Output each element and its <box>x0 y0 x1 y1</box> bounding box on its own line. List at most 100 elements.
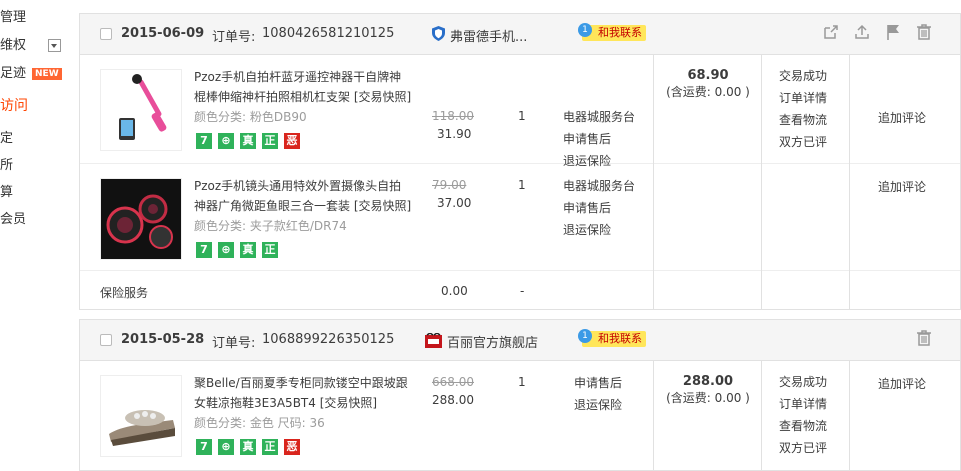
dropdown-icon[interactable] <box>48 39 62 52</box>
authentic-icon[interactable]: 真 <box>240 242 256 258</box>
product-image-selfie-stick[interactable] <box>100 69 182 151</box>
trade-success-status[interactable]: 交易成功 <box>779 371 827 393</box>
penalty-icon[interactable]: 恶 <box>284 439 300 455</box>
shop-link[interactable]: 百丽官方旗舰店 <box>447 332 538 351</box>
authentic-icon[interactable]: 真 <box>240 133 256 149</box>
product-variant: 颜色分类: 夹子款红色/DR74 <box>194 219 347 233</box>
product-title-link[interactable]: Pzoz手机镜头通用特效外置摄像头自拍神器广角微距鱼眼三合一套装 [交易快照] … <box>194 176 412 236</box>
shop-logo-icon <box>425 332 442 351</box>
service-tags: 7 ⊕ 真正恶 <box>196 439 306 455</box>
column-divider <box>653 54 654 309</box>
return-insurance-link[interactable]: 退运保险 <box>563 219 635 241</box>
after-sales-link[interactable]: 申请售后 <box>574 372 622 394</box>
item-links: 电器城服务台 申请售后 退运保险 <box>563 106 635 172</box>
checkbox-icon[interactable] <box>100 334 112 346</box>
order-total: 288.00 (含运费: 0.00 ) <box>655 374 761 406</box>
return-insurance-link[interactable]: 退运保险 <box>574 394 622 416</box>
original-price: 79.00 <box>432 178 467 192</box>
after-sales-link[interactable]: 申请售后 <box>563 197 635 219</box>
service-desk-link[interactable]: 电器城服务台 <box>563 175 635 197</box>
order-number: 1080426581210125 <box>262 26 395 41</box>
order-item-row: Pzoz手机镜头通用特效外置摄像头自拍神器广角微距鱼眼三合一套装 [交易快照] … <box>80 164 960 271</box>
share-icon[interactable] <box>823 24 839 43</box>
guarantee-icon[interactable]: ⊕ <box>218 133 234 149</box>
order-details-link[interactable]: 订单详情 <box>779 393 827 415</box>
contact-seller-button[interactable]: 1 和我联系 <box>578 23 646 41</box>
checkbox-icon[interactable] <box>100 28 112 40</box>
service-desk-link[interactable]: 电器城服务台 <box>563 106 635 128</box>
both-reviewed-status[interactable]: 双方已评 <box>779 437 827 459</box>
shop-link[interactable]: 弗雷德手机... <box>450 26 527 45</box>
order-actions <box>811 24 932 43</box>
sidebar-item-rights[interactable]: 维权 <box>0 34 62 53</box>
original-price: 668.00 <box>432 375 474 389</box>
actual-price: 288.00 <box>432 393 474 407</box>
trade-success-status[interactable]: 交易成功 <box>779 65 827 87</box>
product-image-phone-lens[interactable] <box>100 178 182 260</box>
service-tags: 7 ⊕ 真正 <box>196 242 284 258</box>
add-review-link[interactable]: 追加评论 <box>878 178 926 195</box>
shield-icon <box>432 26 445 44</box>
genuine-icon[interactable]: 正 <box>262 242 278 258</box>
penalty-icon[interactable]: 恶 <box>284 133 300 149</box>
upload-icon[interactable] <box>854 24 870 43</box>
guarantee-icon[interactable]: ⊕ <box>218 439 234 455</box>
seven-day-return-icon[interactable]: 7 <box>196 133 212 149</box>
product-title-link[interactable]: Pzoz手机自拍杆蓝牙遥控神器干自牌神棍棒伸缩神杆拍照相机杠支架 [交易快照] … <box>194 67 412 127</box>
add-review-link[interactable]: 追加评论 <box>878 375 926 392</box>
quantity: 1 <box>518 178 526 192</box>
view-logistics-link[interactable]: 查看物流 <box>779 415 827 437</box>
actual-price: 37.00 <box>437 196 472 210</box>
left-sidebar: 管理 维权 足迹 NEW 访问 定 所 算 会员 <box>0 0 70 461</box>
order-item-row: Pzoz手机自拍杆蓝牙遥控神器干自牌神棍棒伸缩神杆拍照相机杠支架 [交易快照] … <box>80 55 960 168</box>
column-divider <box>653 360 654 470</box>
flag-icon[interactable] <box>886 24 900 43</box>
sidebar-item-visit[interactable]: 访问 <box>0 95 28 115</box>
product-title-link[interactable]: 聚Belle/百丽夏季专柜同款镂空中跟坡跟女鞋凉拖鞋3E3A5BT4 [交易快照… <box>194 373 412 433</box>
seven-day-return-icon[interactable]: 7 <box>196 242 212 258</box>
order-status: 交易成功 订单详情 查看物流 双方已评 <box>779 65 827 153</box>
sidebar-item-manage[interactable]: 管理 <box>0 6 26 25</box>
quantity: 1 <box>518 375 526 389</box>
insurance-qty: - <box>520 284 525 298</box>
item-links: 电器城服务台 申请售后 退运保险 <box>563 175 635 241</box>
both-reviewed-status[interactable]: 双方已评 <box>779 131 827 153</box>
insurance-price: 0.00 <box>441 284 468 298</box>
insurance-row: 保险服务 0.00 - <box>80 271 960 309</box>
total-amount: 68.90 <box>687 68 729 83</box>
order-status: 交易成功 订单详情 查看物流 双方已评 <box>779 371 827 459</box>
column-divider <box>761 360 762 470</box>
quantity: 1 <box>518 109 526 123</box>
sidebar-item-5[interactable]: 所 <box>0 154 13 173</box>
order-total: 68.90 (含运费: 0.00 ) <box>655 68 761 100</box>
sidebar-item-4[interactable]: 定 <box>0 127 13 146</box>
order-header: 2015-06-09 订单号: 1080426581210125 弗雷德手机..… <box>80 14 960 55</box>
sidebar-item-footprint[interactable]: 足迹 NEW <box>0 62 62 81</box>
seven-day-return-icon[interactable]: 7 <box>196 439 212 455</box>
total-amount: 288.00 <box>682 374 734 389</box>
insurance-label: 保险服务 <box>100 286 149 300</box>
contact-seller-button[interactable]: 1 和我联系 <box>578 329 646 347</box>
column-divider <box>849 360 850 470</box>
genuine-icon[interactable]: 正 <box>262 439 278 455</box>
actual-price: 31.90 <box>437 127 472 141</box>
guarantee-icon[interactable]: ⊕ <box>218 242 234 258</box>
order-number: 1068899226350125 <box>262 332 395 347</box>
after-sales-link[interactable]: 申请售后 <box>563 128 635 150</box>
sidebar-item-member[interactable]: 会员 <box>0 208 26 227</box>
genuine-icon[interactable]: 正 <box>262 133 278 149</box>
view-logistics-link[interactable]: 查看物流 <box>779 109 827 131</box>
column-divider <box>761 54 762 309</box>
order-details-link[interactable]: 订单详情 <box>779 87 827 109</box>
service-tags: 7 ⊕ 真正恶 <box>196 133 306 149</box>
order-card: 2015-06-09 订单号: 1080426581210125 弗雷德手机..… <box>79 13 961 310</box>
authentic-icon[interactable]: 真 <box>240 439 256 455</box>
trash-icon[interactable] <box>916 330 932 349</box>
trash-icon[interactable] <box>916 24 932 43</box>
order-header: 2015-05-28 订单号: 1068899226350125 百丽官方旗舰店… <box>80 320 960 361</box>
add-review-link[interactable]: 追加评论 <box>878 109 926 126</box>
column-divider <box>849 54 850 309</box>
sidebar-item-6[interactable]: 算 <box>0 181 13 200</box>
new-badge: NEW <box>32 67 62 80</box>
product-image-sandal[interactable] <box>100 375 182 457</box>
